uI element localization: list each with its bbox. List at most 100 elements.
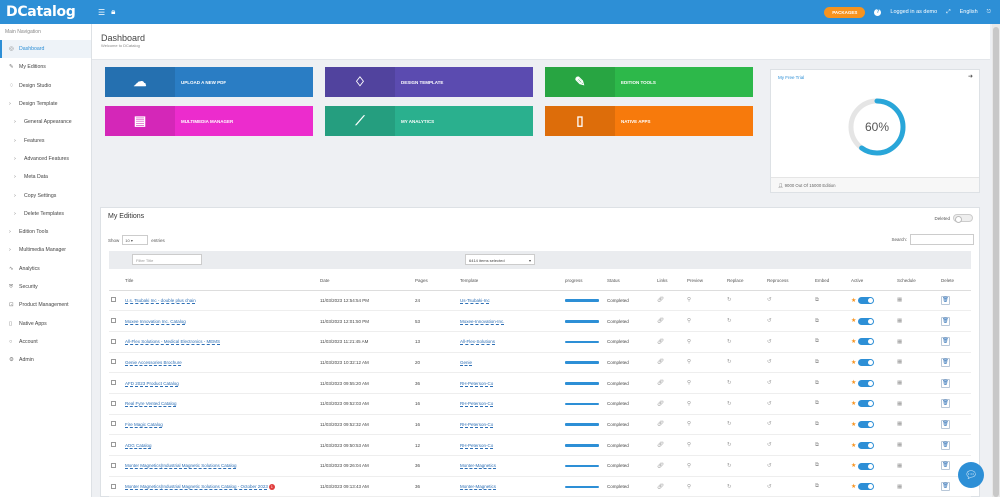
- row-checkbox[interactable]: [111, 380, 116, 386]
- replace-icon[interactable]: ↻: [727, 318, 732, 324]
- trash-icon[interactable]: 🗑︎: [941, 378, 950, 388]
- reprocess-icon[interactable]: ↺: [767, 463, 772, 469]
- edition-template-link[interactable]: Us-Tsubaki-Inc: [460, 298, 490, 303]
- row-checkbox[interactable]: [111, 483, 116, 489]
- edition-template-link[interactable]: Monter-Magnetics: [460, 484, 496, 489]
- replace-icon[interactable]: ↻: [727, 359, 732, 365]
- link-icon[interactable]: 🔗︎: [657, 359, 664, 365]
- embed-icon[interactable]: ⧉: [815, 297, 819, 303]
- edition-template-link[interactable]: RH-Peterson-Co: [460, 443, 493, 448]
- trash-icon[interactable]: 🗑︎: [941, 440, 950, 450]
- column-header-embed[interactable]: Embed: [813, 272, 849, 291]
- column-header-replace[interactable]: Replace: [725, 272, 765, 291]
- preview-icon[interactable]: ⚲: [687, 421, 691, 427]
- help-icon[interactable]: ?: [874, 8, 882, 16]
- link-icon[interactable]: 🔗︎: [657, 339, 664, 345]
- active-toggle[interactable]: [857, 317, 874, 325]
- search-input[interactable]: [910, 234, 974, 245]
- trash-icon[interactable]: 🗑︎: [941, 461, 950, 471]
- preview-icon[interactable]: ⚲: [687, 380, 691, 386]
- link-icon[interactable]: 🔗︎: [657, 463, 664, 469]
- link-icon[interactable]: 🔗︎: [657, 421, 664, 427]
- deleted-toggle[interactable]: [953, 214, 973, 223]
- embed-icon[interactable]: ⧉: [815, 338, 819, 344]
- sidebar-item-native-apps[interactable]: ▯ Native Apps: [0, 314, 91, 332]
- edition-title-link[interactable]: Monter Magnetics(Industrial Magnetic Sol…: [125, 463, 237, 468]
- arrow-right-icon[interactable]: ➜: [968, 73, 973, 80]
- embed-icon[interactable]: ⧉: [815, 359, 819, 365]
- trash-icon[interactable]: 🗑︎: [941, 357, 950, 367]
- sidebar-item-product-management[interactable]: ⊡ Product Management: [0, 296, 91, 314]
- sidebar-item-features[interactable]: › Features: [0, 131, 91, 149]
- active-toggle[interactable]: [857, 297, 874, 304]
- replace-icon[interactable]: ↻: [727, 339, 732, 345]
- embed-icon[interactable]: ⧉: [815, 318, 819, 324]
- row-checkbox[interactable]: [111, 442, 116, 448]
- sidebar-item-dashboard[interactable]: ◎ Dashboard: [0, 40, 91, 59]
- sidebar-item-meta-data[interactable]: › Meta Data: [0, 168, 91, 186]
- edition-template-link[interactable]: Monter-Magnetics: [460, 463, 496, 468]
- active-toggle[interactable]: [857, 400, 874, 408]
- row-checkbox[interactable]: [111, 297, 116, 303]
- reprocess-icon[interactable]: ↺: [767, 318, 772, 324]
- active-toggle[interactable]: [857, 338, 874, 346]
- star-icon[interactable]: ★: [851, 339, 856, 345]
- calendar-icon[interactable]: ▦: [897, 380, 902, 386]
- sidebar-item-advanced-features[interactable]: › Advanced Features: [0, 150, 91, 168]
- entries-select[interactable]: 10 ▾: [122, 235, 149, 245]
- edition-title-link[interactable]: Monter Magnetics(Industrial Magnetic Sol…: [125, 484, 268, 489]
- calendar-icon[interactable]: ▦: [897, 442, 902, 448]
- row-checkbox[interactable]: [111, 421, 116, 427]
- template-filter-select[interactable]: 6414 items selected ▾: [465, 254, 535, 265]
- embed-icon[interactable]: ⧉: [815, 421, 819, 427]
- replace-icon[interactable]: ↻: [727, 401, 732, 407]
- sidebar-item-multimedia-manager[interactable]: › Multimedia Manager: [0, 241, 91, 259]
- active-toggle[interactable]: [857, 359, 874, 367]
- reprocess-icon[interactable]: ↺: [767, 380, 772, 386]
- embed-icon[interactable]: ⧉: [815, 380, 819, 386]
- replace-icon[interactable]: ↻: [727, 463, 732, 469]
- column-header-delete[interactable]: Delete: [939, 272, 971, 291]
- edition-title-link[interactable]: Real Fyre Vented Catalog: [125, 401, 177, 406]
- active-toggle[interactable]: [857, 421, 874, 429]
- column-header-progress[interactable]: progress: [563, 272, 605, 291]
- user-label[interactable]: Logged in as demo: [890, 9, 937, 15]
- calendar-icon[interactable]: ▦: [897, 401, 902, 407]
- column-header-date[interactable]: Date: [318, 272, 413, 291]
- row-checkbox[interactable]: [111, 359, 116, 365]
- edition-title-link[interactable]: Genie Accessories Brochure: [125, 360, 182, 365]
- tile-upload-a-new-pdf[interactable]: ☁ UPLOAD A NEW PDF: [105, 67, 313, 97]
- preview-icon[interactable]: ⚲: [687, 318, 691, 324]
- preview-icon[interactable]: ⚲: [687, 359, 691, 365]
- preview-icon[interactable]: ⚲: [687, 463, 691, 469]
- calendar-icon[interactable]: ▦: [897, 297, 902, 303]
- tile-edition-tools[interactable]: ✎ EDITION TOOLS: [545, 67, 753, 97]
- reprocess-icon[interactable]: ↺: [767, 421, 772, 427]
- edition-title-link[interactable]: ADG Catalog: [125, 443, 152, 448]
- chat-icon[interactable]: 💬︎: [958, 462, 984, 488]
- embed-icon[interactable]: ⧉: [815, 483, 819, 489]
- logo[interactable]: DCatalog: [6, 4, 92, 20]
- row-checkbox[interactable]: [111, 400, 116, 406]
- tile-native-apps[interactable]: ▯ NATIVE APPS: [545, 106, 753, 136]
- embed-icon[interactable]: ⧉: [815, 400, 819, 406]
- row-checkbox[interactable]: [111, 462, 116, 468]
- calendar-icon[interactable]: ▦: [897, 421, 902, 427]
- trash-icon[interactable]: 🗑︎: [941, 482, 950, 492]
- trash-icon[interactable]: 🗑︎: [941, 316, 950, 326]
- row-checkbox[interactable]: [111, 338, 116, 344]
- star-icon[interactable]: ★: [851, 380, 856, 386]
- sidebar-item-account[interactable]: ○ Account: [0, 333, 91, 351]
- link-icon[interactable]: 🔗︎: [657, 297, 664, 303]
- sidebar-item-copy-settings[interactable]: › Copy Settings: [0, 186, 91, 204]
- replace-icon[interactable]: ↻: [727, 297, 732, 303]
- sidebar-item-delete-templates[interactable]: › Delete Templates: [0, 205, 91, 223]
- replace-icon[interactable]: ↻: [727, 380, 732, 386]
- edition-template-link[interactable]: RH-Peterson-Co: [460, 401, 493, 406]
- sidebar-item-security[interactable]: ⛨ Security: [0, 278, 91, 296]
- star-icon[interactable]: ★: [851, 484, 856, 490]
- calendar-icon[interactable]: ▦: [897, 463, 902, 469]
- sidebar-item-admin[interactable]: ⚙ Admin: [0, 351, 91, 369]
- replace-icon[interactable]: ↻: [727, 421, 732, 427]
- active-toggle[interactable]: [857, 441, 874, 449]
